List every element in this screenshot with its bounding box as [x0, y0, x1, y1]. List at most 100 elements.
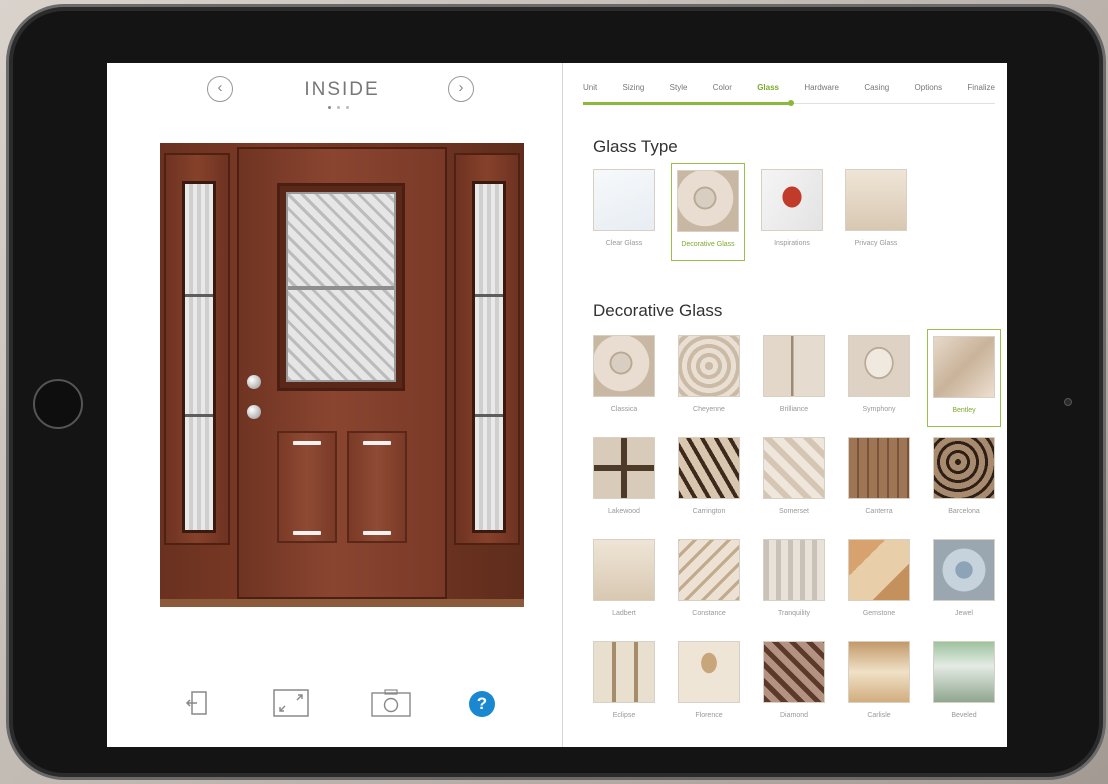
- right-sidelight: [454, 153, 520, 545]
- next-view-button[interactable]: ›: [448, 76, 474, 102]
- glass-swatch-image: [763, 335, 825, 397]
- glass-option-label: Carrington: [692, 508, 726, 515]
- glass-option[interactable]: Classica: [587, 329, 661, 427]
- glass-option[interactable]: Diamond: [757, 635, 831, 733]
- door-preview-panel: ‹ INSIDE › ?: [107, 63, 562, 747]
- glass-swatch-image: [761, 169, 823, 231]
- glass-option[interactable]: Privacy Glass: [839, 163, 913, 261]
- glass-option[interactable]: Tranquility: [757, 533, 831, 631]
- glass-option-label: Classica: [610, 406, 638, 413]
- glass-swatch-image: [763, 641, 825, 703]
- tab-sizing[interactable]: Sizing: [623, 81, 645, 111]
- glass-option-label: Inspirations: [774, 240, 810, 247]
- glass-option-label: Symphony: [862, 406, 896, 413]
- panel-slot: [293, 531, 321, 535]
- glass-option-label: Cheyenne: [693, 406, 725, 413]
- glass-option[interactable]: Gemstone: [842, 533, 916, 631]
- camera-icon: [371, 689, 411, 717]
- tab-options[interactable]: Options: [915, 81, 943, 111]
- exit-button[interactable]: [185, 689, 209, 717]
- view-page-indicator: [328, 106, 349, 109]
- glass-swatch-image: [678, 539, 740, 601]
- sidelight-bar: [185, 414, 213, 417]
- panel-slot: [363, 531, 391, 535]
- glass-option[interactable]: Beveled: [927, 635, 1001, 733]
- sidelight-glass: [472, 181, 506, 533]
- glass-option-label: Beveled: [951, 712, 977, 719]
- tab-color[interactable]: Color: [713, 81, 732, 111]
- glass-swatch-image: [933, 437, 995, 499]
- glass-option-label: Carlisle: [867, 712, 891, 719]
- deadbolt: [247, 405, 261, 419]
- door-knob: [247, 375, 261, 389]
- tab-hardware[interactable]: Hardware: [804, 81, 839, 111]
- glass-option-label: Jewel: [955, 610, 973, 617]
- glass-option[interactable]: Somerset: [757, 431, 831, 529]
- glass-option-label: Brilliance: [779, 406, 809, 413]
- glass-option-label: Constance: [692, 610, 726, 617]
- glass-option-label: Gemstone: [862, 610, 896, 617]
- panel-slot: [293, 441, 321, 445]
- glass-option[interactable]: Clear Glass: [587, 163, 661, 261]
- glass-mullion: [288, 286, 394, 290]
- panel-slot: [363, 441, 391, 445]
- glass-option[interactable]: Cheyenne: [672, 329, 746, 427]
- glass-swatch-image: [593, 539, 655, 601]
- step-progress-bar: [583, 102, 791, 105]
- door-panel-left: [277, 431, 337, 543]
- glass-swatch-image: [848, 335, 910, 397]
- glass-option[interactable]: Carrington: [672, 431, 746, 529]
- glass-option-label: Bentley: [952, 407, 976, 414]
- door-window: [277, 183, 405, 391]
- glass-option[interactable]: Decorative Glass: [671, 163, 745, 261]
- glass-swatch-image: [678, 437, 740, 499]
- camera-button[interactable]: [371, 689, 411, 717]
- glass-option[interactable]: Constance: [672, 533, 746, 631]
- step-tabs: Unit Sizing Style Color Glass Hardware C…: [583, 81, 995, 111]
- glass-option[interactable]: Brilliance: [757, 329, 831, 427]
- left-sidelight: [164, 153, 230, 545]
- glass-option[interactable]: Inspirations: [755, 163, 829, 261]
- glass-swatch-image: [848, 539, 910, 601]
- step-progress-marker: [788, 100, 794, 106]
- chevron-left-icon: ‹: [217, 79, 223, 96]
- glass-swatch-image: [593, 641, 655, 703]
- glass-option-label: Decorative Glass: [681, 241, 735, 248]
- sidelight-bar: [475, 414, 503, 417]
- glass-option[interactable]: Barcelona: [927, 431, 1001, 529]
- glass-option[interactable]: Symphony: [842, 329, 916, 427]
- tab-glass[interactable]: Glass: [757, 81, 779, 111]
- glass-option-label: Tranquility: [777, 610, 811, 617]
- tab-finalize[interactable]: Finalize: [967, 81, 995, 111]
- door-slab: [237, 147, 447, 599]
- tab-style[interactable]: Style: [670, 81, 688, 111]
- glass-option[interactable]: Florence: [672, 635, 746, 733]
- glass-option[interactable]: Canterra: [842, 431, 916, 529]
- glass-option-label: Lakewood: [608, 508, 640, 515]
- glass-swatch-image: [933, 539, 995, 601]
- home-button[interactable]: [33, 379, 83, 429]
- fullscreen-button[interactable]: [273, 689, 309, 717]
- glass-swatch-image: [933, 336, 995, 398]
- sidelight-bar: [185, 294, 213, 297]
- tab-unit[interactable]: Unit: [583, 81, 597, 111]
- glass-option-label: Diamond: [779, 712, 808, 719]
- decorative-glass-title: Decorative Glass: [593, 301, 723, 320]
- glass-option[interactable]: Carlisle: [842, 635, 916, 733]
- glass-option[interactable]: Bentley: [927, 329, 1001, 427]
- glass-option-label: Ladbert: [612, 610, 636, 617]
- glass-swatch-image: [593, 437, 655, 499]
- glass-option[interactable]: Jewel: [927, 533, 1001, 631]
- tab-casing[interactable]: Casing: [864, 81, 889, 111]
- door-panel-right: [347, 431, 407, 543]
- glass-swatch-image: [848, 641, 910, 703]
- glass-option-label: Florence: [695, 712, 723, 719]
- glass-option-label: Somerset: [779, 508, 809, 515]
- glass-option[interactable]: Eclipse: [587, 635, 661, 733]
- glass-option[interactable]: Lakewood: [587, 431, 661, 529]
- glass-option[interactable]: Ladbert: [587, 533, 661, 631]
- glass-swatch-image: [845, 169, 907, 231]
- help-button[interactable]: ?: [469, 691, 495, 717]
- door-floor: [160, 599, 524, 607]
- prev-view-button[interactable]: ‹: [207, 76, 233, 102]
